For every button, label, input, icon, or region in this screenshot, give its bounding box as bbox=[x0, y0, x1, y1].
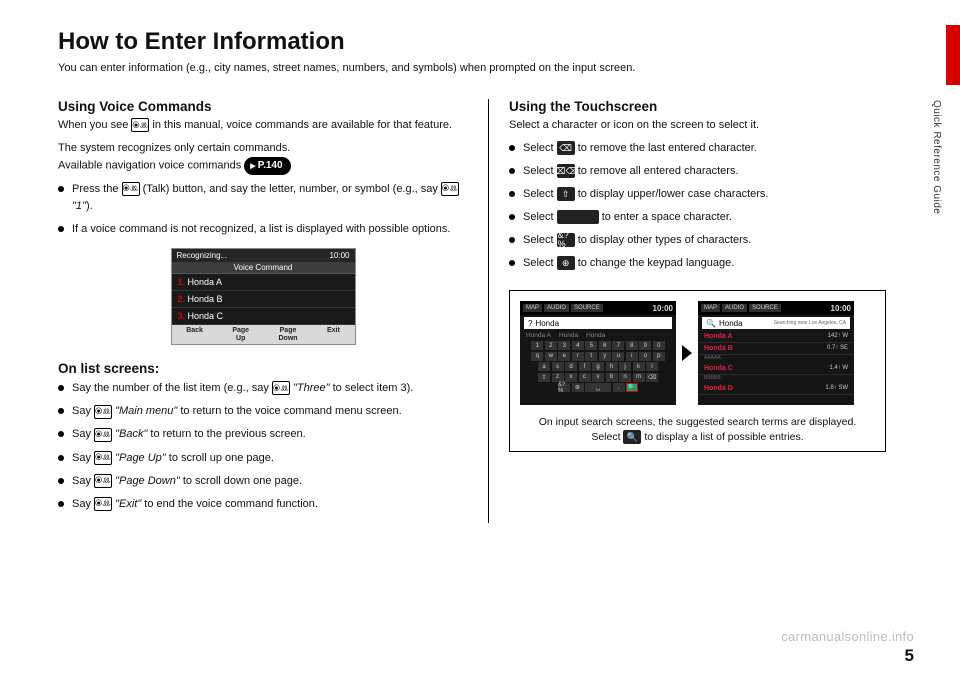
right-column: Using the Touchscreen Select a character… bbox=[488, 99, 886, 523]
touch-bullet: Select ⌫⌫ to remove all entered characte… bbox=[509, 163, 886, 180]
section-tab bbox=[946, 25, 960, 85]
result-row: Honda B0.7↑ SE bbox=[698, 343, 854, 355]
list-bullet: Say the number of the list item (e.g., s… bbox=[58, 380, 468, 397]
vc-bar: Voice Command bbox=[172, 262, 355, 274]
talk-icon: ⦿ꔛ bbox=[441, 182, 459, 196]
space-icon bbox=[557, 210, 599, 224]
talk-icon: ⦿ꔛ bbox=[94, 428, 112, 442]
voice-p1: When you see ⦿ꔛ in this manual, voice co… bbox=[58, 117, 468, 134]
touch-bullet: Select ⌫ to remove the last entered char… bbox=[509, 140, 886, 157]
clear-all-icon: ⌫⌫ bbox=[557, 164, 575, 178]
side-label: Quick Reference Guide bbox=[931, 100, 942, 214]
keyboard-screenshot: MAP AUDIO SOURCE 10:00 ? Honda Honda A H… bbox=[520, 301, 676, 405]
page-number: 5 bbox=[905, 646, 914, 666]
touch-bullet: Select ⊕ to change the keypad language. bbox=[509, 255, 886, 272]
voice-screenshot: Recognizing... 10:00 Voice Command 1. Ho… bbox=[171, 248, 356, 345]
result-row: Honda D1.8↑ SW bbox=[698, 383, 854, 395]
result-row: Honda C1.4↑ W bbox=[698, 363, 854, 375]
talk-icon: ⦿ꔛ bbox=[94, 497, 112, 511]
list-bullet: Say ⦿ꔛ "Page Down" to scroll down one pa… bbox=[58, 473, 468, 490]
talk-icon: ⦿ꔛ bbox=[122, 182, 140, 196]
figure-caption: On input search screens, the suggested s… bbox=[520, 415, 875, 444]
result-row: Honda A142↑ W bbox=[698, 331, 854, 343]
touch-bullet: Select ⇧ to display upper/lower case cha… bbox=[509, 186, 886, 203]
figure-box: MAP AUDIO SOURCE 10:00 ? Honda Honda A H… bbox=[509, 290, 886, 451]
talk-icon: ⦿ꔛ bbox=[94, 405, 112, 419]
screen-time: 10:00 bbox=[831, 304, 851, 313]
search-field: 🔍 HondaSearching near Los Angeles, CA bbox=[702, 317, 850, 329]
screen-tab: SOURCE bbox=[749, 304, 781, 312]
left-column: Using Voice Commands When you see ⦿ꔛ in … bbox=[58, 99, 488, 523]
arrow-icon bbox=[682, 345, 692, 361]
list-bullet: Say ⦿ꔛ "Page Up" to scroll up one page. bbox=[58, 450, 468, 467]
heading-touch: Using the Touchscreen bbox=[509, 99, 886, 114]
symbols-icon: &?% bbox=[557, 233, 575, 247]
globe-icon: ⊕ bbox=[557, 256, 575, 270]
voice-p3: Available navigation voice commands P.14… bbox=[58, 157, 468, 175]
talk-icon: ⦿ꔛ bbox=[272, 381, 290, 395]
vc-item: 1. Honda A bbox=[172, 274, 355, 291]
watermark: carmanualsonline.info bbox=[781, 629, 914, 644]
search-field: ? Honda bbox=[524, 317, 672, 329]
list-bullet: Say ⦿ꔛ "Back" to return to the previous … bbox=[58, 426, 468, 443]
suggestions-row: Honda A Honda Honda bbox=[520, 331, 676, 340]
screen-time: 10:00 bbox=[653, 304, 673, 313]
talk-icon: ⦿ꔛ bbox=[131, 118, 149, 132]
backspace-icon: ⌫ bbox=[557, 141, 575, 155]
touch-bullet: Select &?% to display other types of cha… bbox=[509, 232, 886, 249]
vc-status: Recognizing... bbox=[177, 251, 228, 260]
voice-p2: The system recognizes only certain comma… bbox=[58, 140, 468, 157]
talk-icon: ⦿ꔛ bbox=[94, 474, 112, 488]
screen-tab: MAP bbox=[523, 304, 542, 312]
touch-bullet: Select to enter a space character. bbox=[509, 209, 886, 226]
search-go-icon: 🔍 bbox=[626, 383, 638, 392]
vc-time: 10:00 bbox=[329, 251, 349, 260]
heading-voice: Using Voice Commands bbox=[58, 99, 468, 114]
shift-icon: ⇧ bbox=[557, 187, 575, 201]
voice-bullet-1: Press the ⦿ꔛ (Talk) button, and say the … bbox=[58, 181, 468, 215]
vc-bottom-bar: Back PageUp PageDown Exit bbox=[172, 325, 355, 344]
screen-tab: AUDIO bbox=[722, 304, 747, 312]
talk-icon: ⦿ꔛ bbox=[94, 451, 112, 465]
page-title: How to Enter Information bbox=[58, 28, 912, 56]
heading-list: On list screens: bbox=[58, 361, 468, 376]
screen-tab: AUDIO bbox=[544, 304, 569, 312]
intro-text: You can enter information (e.g., city na… bbox=[58, 60, 912, 77]
list-bullet: Say ⦿ꔛ "Main menu" to return to the voic… bbox=[58, 403, 468, 420]
page-ref-pill: P.140 bbox=[244, 157, 290, 175]
screen-tab: MAP bbox=[701, 304, 720, 312]
results-screenshot: MAP AUDIO SOURCE 10:00 🔍 HondaSearching … bbox=[698, 301, 854, 405]
vc-item: 2. Honda B bbox=[172, 291, 355, 308]
vc-item: 3. Honda C bbox=[172, 308, 355, 325]
search-icon: 🔍 bbox=[623, 430, 641, 444]
list-bullet: Say ⦿ꔛ "Exit" to end the voice command f… bbox=[58, 496, 468, 513]
screen-tab: SOURCE bbox=[571, 304, 603, 312]
voice-bullet-2: If a voice command is not recognized, a … bbox=[58, 221, 468, 238]
touch-intro: Select a character or icon on the screen… bbox=[509, 117, 886, 134]
